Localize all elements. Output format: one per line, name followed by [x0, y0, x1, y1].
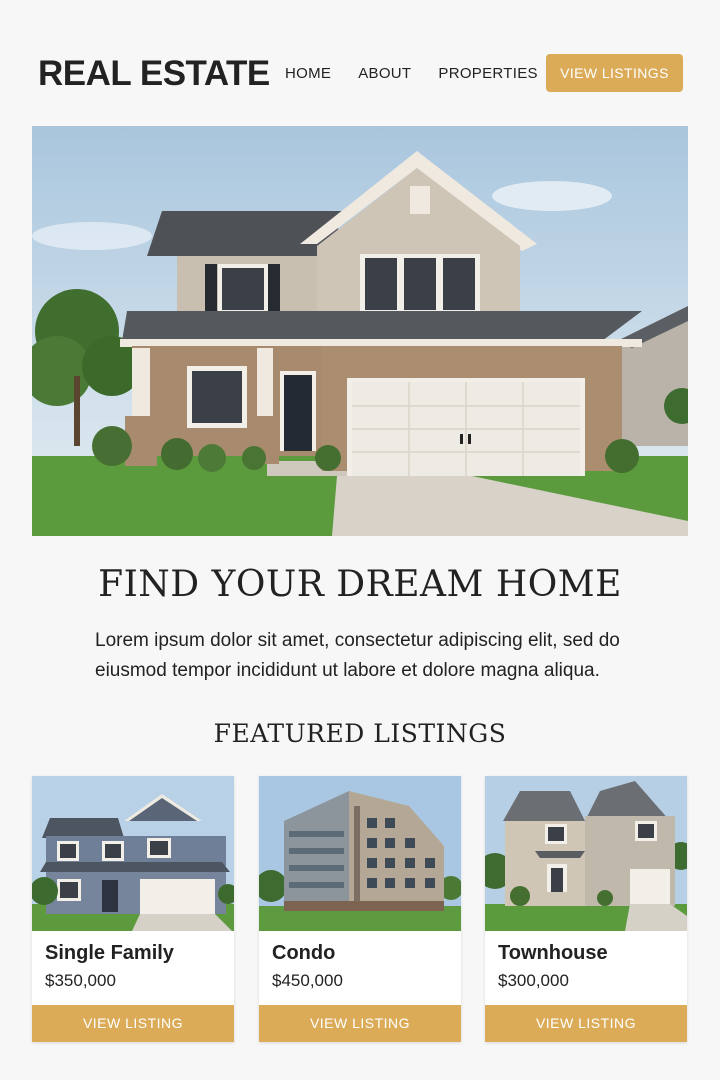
listing-name: Townhouse — [498, 942, 608, 964]
listing-price: $300,000 — [498, 971, 569, 990]
main-nav: HOME ABOUT PROPERTIES — [285, 64, 565, 84]
listing-name: Single Family — [45, 942, 174, 964]
listing-price: $450,000 — [272, 971, 343, 990]
nav-home-link[interactable]: HOME — [285, 64, 331, 84]
view-listing-button[interactable]: VIEW LISTING — [32, 1005, 234, 1042]
listing-card[interactable]: Condo $450,000 VIEW LISTING — [259, 776, 461, 1042]
site-logo[interactable]: REAL ESTATE — [38, 54, 270, 94]
view-listing-button[interactable]: VIEW LISTING — [259, 1005, 461, 1042]
listing-name: Condo — [272, 942, 336, 964]
hero-headline: FIND YOUR DREAM HOME — [98, 564, 622, 605]
listing-photo-single-family[interactable] — [32, 776, 234, 931]
listing-card[interactable]: Single Family $350,000 VIEW LISTING — [32, 776, 234, 1042]
nav-about-link[interactable]: ABOUT — [358, 64, 411, 84]
view-listings-button[interactable]: VIEW LISTINGS — [546, 54, 683, 92]
view-listing-button[interactable]: VIEW LISTING — [485, 1005, 687, 1042]
hero-image — [32, 126, 688, 536]
listing-card[interactable]: Townhouse $300,000 VIEW LISTING — [485, 776, 687, 1042]
hero-intro-text: Lorem ipsum dolor sit amet, consectetur … — [95, 630, 620, 681]
nav-properties-link[interactable]: PROPERTIES — [438, 64, 537, 84]
listing-photo-condo[interactable] — [259, 776, 461, 931]
listing-price: $350,000 — [45, 971, 116, 990]
featured-listings-title: FEATURED LISTINGS — [213, 719, 507, 748]
listing-photo-townhouse[interactable] — [485, 776, 687, 931]
